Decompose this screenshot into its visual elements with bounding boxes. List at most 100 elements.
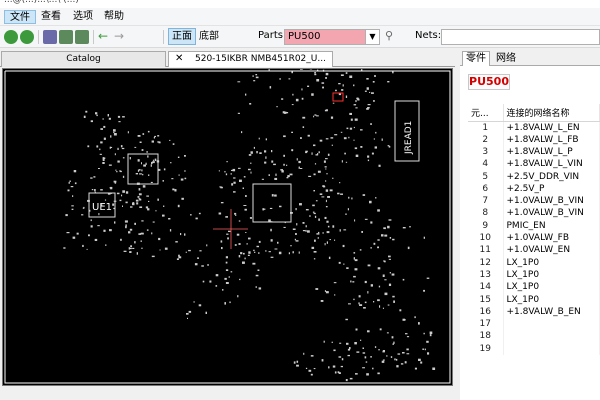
pad	[299, 168, 303, 169]
pad	[134, 241, 136, 244]
pad	[245, 93, 247, 96]
pad	[353, 298, 355, 301]
pad	[220, 186, 222, 189]
pad	[311, 246, 315, 249]
pad	[255, 286, 257, 288]
menu-options[interactable]: 选项	[68, 10, 98, 24]
pad	[327, 153, 330, 156]
pad	[382, 351, 385, 353]
table-row[interactable]: 13 LX_1P0	[468, 268, 600, 282]
zoom-in-icon[interactable]	[59, 30, 73, 44]
pad	[128, 231, 131, 234]
pad	[294, 238, 296, 241]
table-row[interactable]: 3 +1.8VALW_L_P	[468, 145, 600, 159]
pad	[100, 141, 103, 144]
menu-help[interactable]: 帮助	[99, 10, 129, 24]
front-side-toggle[interactable]: 正面	[168, 28, 196, 45]
zoom-out-icon[interactable]	[75, 30, 89, 44]
pad	[298, 251, 300, 254]
table-row[interactable]: 19	[468, 342, 600, 355]
pad	[130, 206, 133, 208]
pad	[292, 228, 296, 230]
pad	[98, 213, 100, 216]
pad	[318, 231, 320, 234]
zoom-fit-icon[interactable]	[43, 30, 57, 44]
table-row[interactable]: 10 +1.0VALW_FB	[468, 231, 600, 245]
pad	[311, 93, 314, 96]
tab-catalog[interactable]: Catalog	[1, 51, 166, 67]
pad	[302, 230, 306, 232]
close-icon[interactable]: ✕	[175, 52, 183, 66]
pad	[308, 175, 312, 177]
pad	[243, 252, 245, 255]
pad	[345, 318, 348, 321]
window-title-bar: ...@(...)...\...\ (...)	[0, 0, 600, 8]
pad	[142, 173, 144, 176]
back-arrow-icon[interactable]: ←	[98, 29, 108, 43]
pad	[432, 367, 436, 370]
table-row[interactable]: 11 +1.0VALW_EN	[468, 244, 600, 257]
table-row[interactable]: 7 +1.0VALW_B_VIN	[468, 194, 600, 208]
pad	[388, 255, 391, 258]
pad	[201, 265, 204, 267]
pad	[389, 237, 392, 239]
pad	[120, 145, 123, 148]
pad	[141, 149, 144, 151]
column-header-pin[interactable]: 元...	[468, 104, 504, 122]
pad	[146, 151, 148, 153]
pad	[85, 110, 88, 113]
table-row[interactable]: 17	[468, 317, 600, 331]
pad	[354, 268, 358, 271]
forward-arrow-icon[interactable]: →	[114, 29, 124, 43]
pad	[402, 352, 405, 354]
board-canvas[interactable]: UE1 JREAD1	[2, 59, 453, 386]
table-row[interactable]: 18	[468, 330, 600, 343]
rotate-left-icon[interactable]	[4, 30, 18, 44]
pad	[391, 336, 394, 339]
table-row[interactable]: 1 +1.8VALW_L_EN	[468, 121, 600, 134]
menu-view[interactable]: 查看	[36, 10, 66, 24]
table-row[interactable]: 12 LX_1P0	[468, 256, 600, 269]
pad	[194, 263, 198, 266]
pad	[347, 208, 349, 211]
tab-parts[interactable]: 零件	[462, 51, 490, 66]
nets-search-input[interactable]	[441, 29, 600, 45]
tab-nets[interactable]: 网络	[492, 51, 520, 66]
table-row[interactable]: 15 LX_1P0	[468, 293, 600, 306]
rotate-right-icon[interactable]	[20, 30, 34, 44]
pad	[162, 180, 164, 182]
search-icon[interactable]: ⚲	[385, 29, 393, 42]
chevron-down-icon[interactable]: ▼	[366, 29, 380, 45]
net-name: +1.0VALW_B_VIN	[503, 194, 600, 208]
pad	[344, 152, 346, 155]
tab-board[interactable]: ✕ 520-15IKBR NMB451R02_U...	[168, 51, 333, 67]
pad	[148, 174, 150, 176]
pad	[255, 74, 258, 76]
table-row[interactable]: 4 +1.8VALW_L_VIN	[468, 158, 600, 171]
table-row[interactable]: 9 PMIC_EN	[468, 219, 600, 232]
column-header-net[interactable]: 连接的网络名称	[503, 104, 600, 122]
table-row[interactable]: 6 +2.5V_P	[468, 182, 600, 195]
toolbar: ← → 正面 底部 Parts: PU500 ▼ ⚲ Nets:	[0, 26, 600, 48]
table-row[interactable]: 14 LX_1P0	[468, 281, 600, 294]
pad	[369, 200, 372, 204]
table-row[interactable]: 5 +2.5V_DDR_VIN	[468, 170, 600, 183]
pad	[332, 177, 334, 179]
pad	[334, 371, 337, 374]
menu-file[interactable]: 文件	[4, 10, 36, 24]
table-row[interactable]: 16 +1.8VALW_B_EN	[468, 305, 600, 318]
pad	[117, 160, 120, 163]
pad	[382, 307, 384, 309]
pad	[138, 233, 141, 235]
pad	[171, 178, 174, 180]
pad	[370, 356, 372, 358]
table-row[interactable]: 8 +1.0VALW_B_VIN	[468, 207, 600, 220]
table-row[interactable]: 2 +1.8VALW_L_FB	[468, 133, 600, 146]
back-side-toggle[interactable]: 底部	[195, 28, 223, 45]
parts-search-input[interactable]: PU500	[284, 29, 366, 45]
pad	[177, 156, 180, 158]
board-drawing[interactable]: UE1 JREAD1	[3, 59, 452, 385]
pad	[230, 271, 233, 273]
parts-label: Parts:	[258, 30, 287, 41]
pad	[100, 128, 103, 130]
